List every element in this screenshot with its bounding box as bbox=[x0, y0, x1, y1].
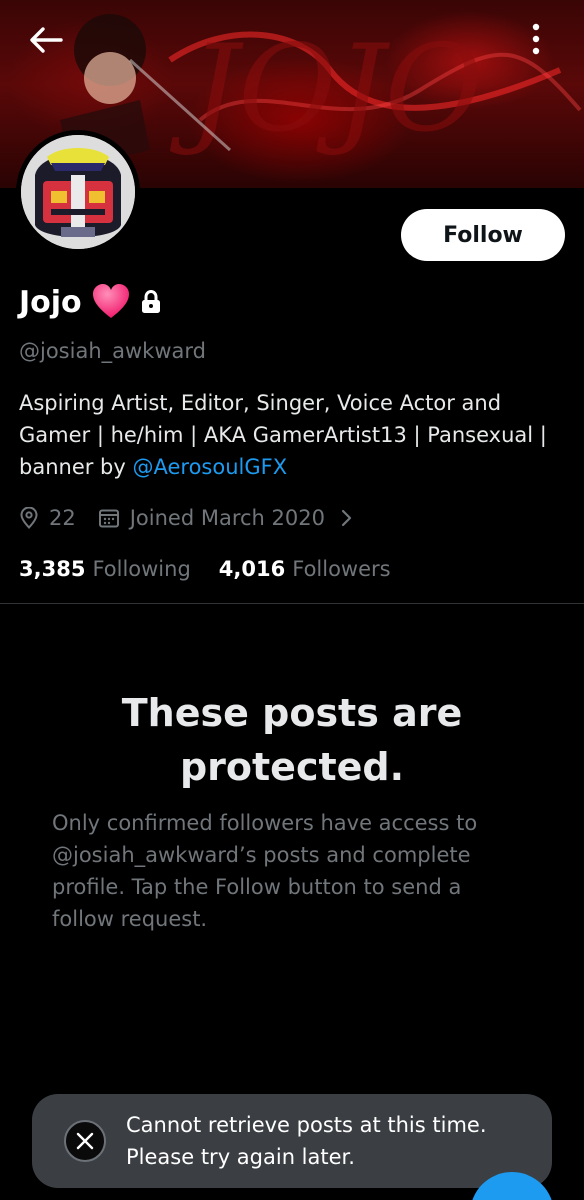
error-toast: Cannot retrieve posts at this time. Plea… bbox=[32, 1094, 552, 1188]
location-pin-icon bbox=[20, 507, 38, 529]
profile-handle: @josiah_awkward bbox=[19, 339, 206, 363]
lock-icon bbox=[140, 290, 162, 314]
bio-mention-link[interactable]: @AerosoulGFX bbox=[132, 455, 287, 479]
chevron-right-icon bbox=[341, 509, 352, 527]
display-name: Jojo bbox=[19, 284, 82, 320]
location-text: 22 bbox=[49, 506, 76, 530]
profile-bio: Aspiring Artist, Editor, Singer, Voice A… bbox=[19, 387, 564, 483]
following-label: Following bbox=[92, 557, 191, 581]
profile-meta: 22 Joined March 2020 bbox=[19, 502, 355, 534]
more-options-button[interactable] bbox=[518, 16, 554, 62]
followers-stat[interactable]: 4,016 Followers bbox=[219, 557, 391, 581]
avatar-image bbox=[21, 135, 135, 249]
followers-count: 4,016 bbox=[218, 557, 286, 581]
protected-description: Only confirmed followers have access to … bbox=[52, 811, 478, 931]
following-stat[interactable]: 3,385 Following bbox=[19, 557, 191, 581]
back-button[interactable] bbox=[22, 22, 70, 58]
following-count: 3,385 bbox=[19, 557, 86, 581]
name-row: Jojo bbox=[19, 280, 162, 324]
toast-message: Cannot retrieve posts at this time. Plea… bbox=[126, 1109, 487, 1173]
x-logo-icon bbox=[64, 1120, 106, 1162]
location-item: 22 bbox=[19, 506, 76, 530]
toast-line-1: Cannot retrieve posts at this time. bbox=[126, 1113, 487, 1137]
protected-title: These posts are protected. bbox=[121, 691, 463, 789]
joined-text: Joined March 2020 bbox=[129, 506, 325, 530]
calendar-icon bbox=[98, 509, 119, 528]
vertical-dots-icon bbox=[532, 23, 540, 55]
arrow-left-icon bbox=[30, 27, 63, 53]
follow-button[interactable]: Follow bbox=[401, 209, 565, 261]
toast-line-2: Please try again later. bbox=[126, 1145, 355, 1169]
heart-icon bbox=[92, 284, 130, 320]
joined-item[interactable]: Joined March 2020 bbox=[98, 506, 355, 530]
avatar[interactable] bbox=[16, 130, 140, 254]
profile-stats: 3,385 Following 4,016 Followers bbox=[19, 552, 391, 586]
section-divider bbox=[0, 603, 584, 604]
followers-label: Followers bbox=[292, 557, 391, 581]
